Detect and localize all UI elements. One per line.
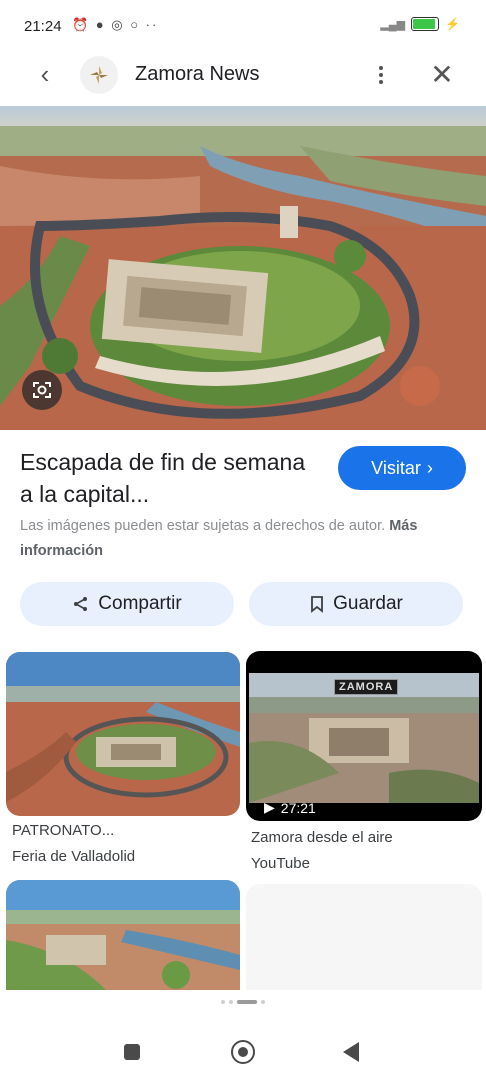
- system-nav-bar: [0, 1020, 486, 1080]
- status-time: 21:24: [24, 18, 62, 35]
- visit-button[interactable]: Visitar ›: [338, 446, 466, 490]
- visit-label: Visitar: [371, 457, 421, 478]
- status-bar: 21:24 ⏰ ● ◎ ○ ·· ▂▄▆ ⚡: [0, 0, 486, 50]
- related-image-card[interactable]: [6, 880, 240, 990]
- signal-icon: ▂▄▆: [380, 18, 406, 31]
- home-button[interactable]: [231, 1040, 255, 1064]
- save-button[interactable]: Guardar: [249, 582, 463, 626]
- bookmark-icon: [311, 596, 324, 613]
- copyright-notice: Las imágenes pueden estar sujetas a dere…: [20, 514, 460, 564]
- related-video-card[interactable]: ZAMORA ▶ 27:21: [246, 651, 482, 821]
- related-card-title[interactable]: Zamora desde el aire: [251, 829, 393, 846]
- related-card-source: Feria de Valladolid: [12, 848, 136, 865]
- more-options-icon[interactable]: [367, 58, 395, 92]
- lens-icon: [33, 382, 51, 398]
- share-icon: [74, 597, 88, 611]
- related-card-source: YouTube: [251, 855, 310, 872]
- hero-image[interactable]: [0, 106, 486, 430]
- share-button[interactable]: Compartir: [20, 582, 234, 626]
- notification-icons: ⏰ ● ◎ ○ ··: [72, 17, 159, 32]
- hero-aerial-photo: [0, 106, 486, 430]
- close-button[interactable]: ✕: [426, 58, 458, 92]
- battery-icon: [411, 17, 440, 31]
- site-logo: [80, 56, 118, 94]
- back-button[interactable]: ‹: [30, 58, 60, 90]
- related-image-thumbnail: [6, 880, 240, 990]
- result-title[interactable]: Escapada de fin de semana a la capital..…: [20, 446, 320, 510]
- system-status: ▂▄▆ ⚡: [380, 17, 460, 31]
- video-title-overlay: ZAMORA: [334, 679, 399, 695]
- site-logo-icon: [90, 66, 108, 84]
- copyright-text: Las imágenes pueden estar sujetas a dere…: [20, 518, 386, 534]
- related-card-title[interactable]: PATRONATO...: [12, 822, 114, 839]
- related-card-placeholder: [246, 884, 482, 990]
- site-name: Zamora News: [135, 63, 260, 85]
- page-indicator: [0, 1000, 486, 1004]
- recent-apps-button[interactable]: [124, 1044, 140, 1060]
- share-label: Compartir: [98, 593, 182, 614]
- video-duration-text: 27:21: [280, 799, 316, 816]
- related-image-thumbnail: [6, 652, 240, 816]
- related-image-card[interactable]: [6, 652, 240, 816]
- play-icon: ▶: [264, 799, 275, 815]
- top-bar: ‹ Zamora News ✕: [0, 50, 486, 100]
- video-duration: ▶ 27:21: [264, 799, 316, 816]
- nav-back-button[interactable]: [343, 1042, 359, 1062]
- chevron-right-icon: ›: [426, 457, 433, 478]
- charging-icon: ⚡: [445, 17, 460, 31]
- save-label: Guardar: [333, 593, 403, 614]
- lens-search-button[interactable]: [22, 370, 62, 410]
